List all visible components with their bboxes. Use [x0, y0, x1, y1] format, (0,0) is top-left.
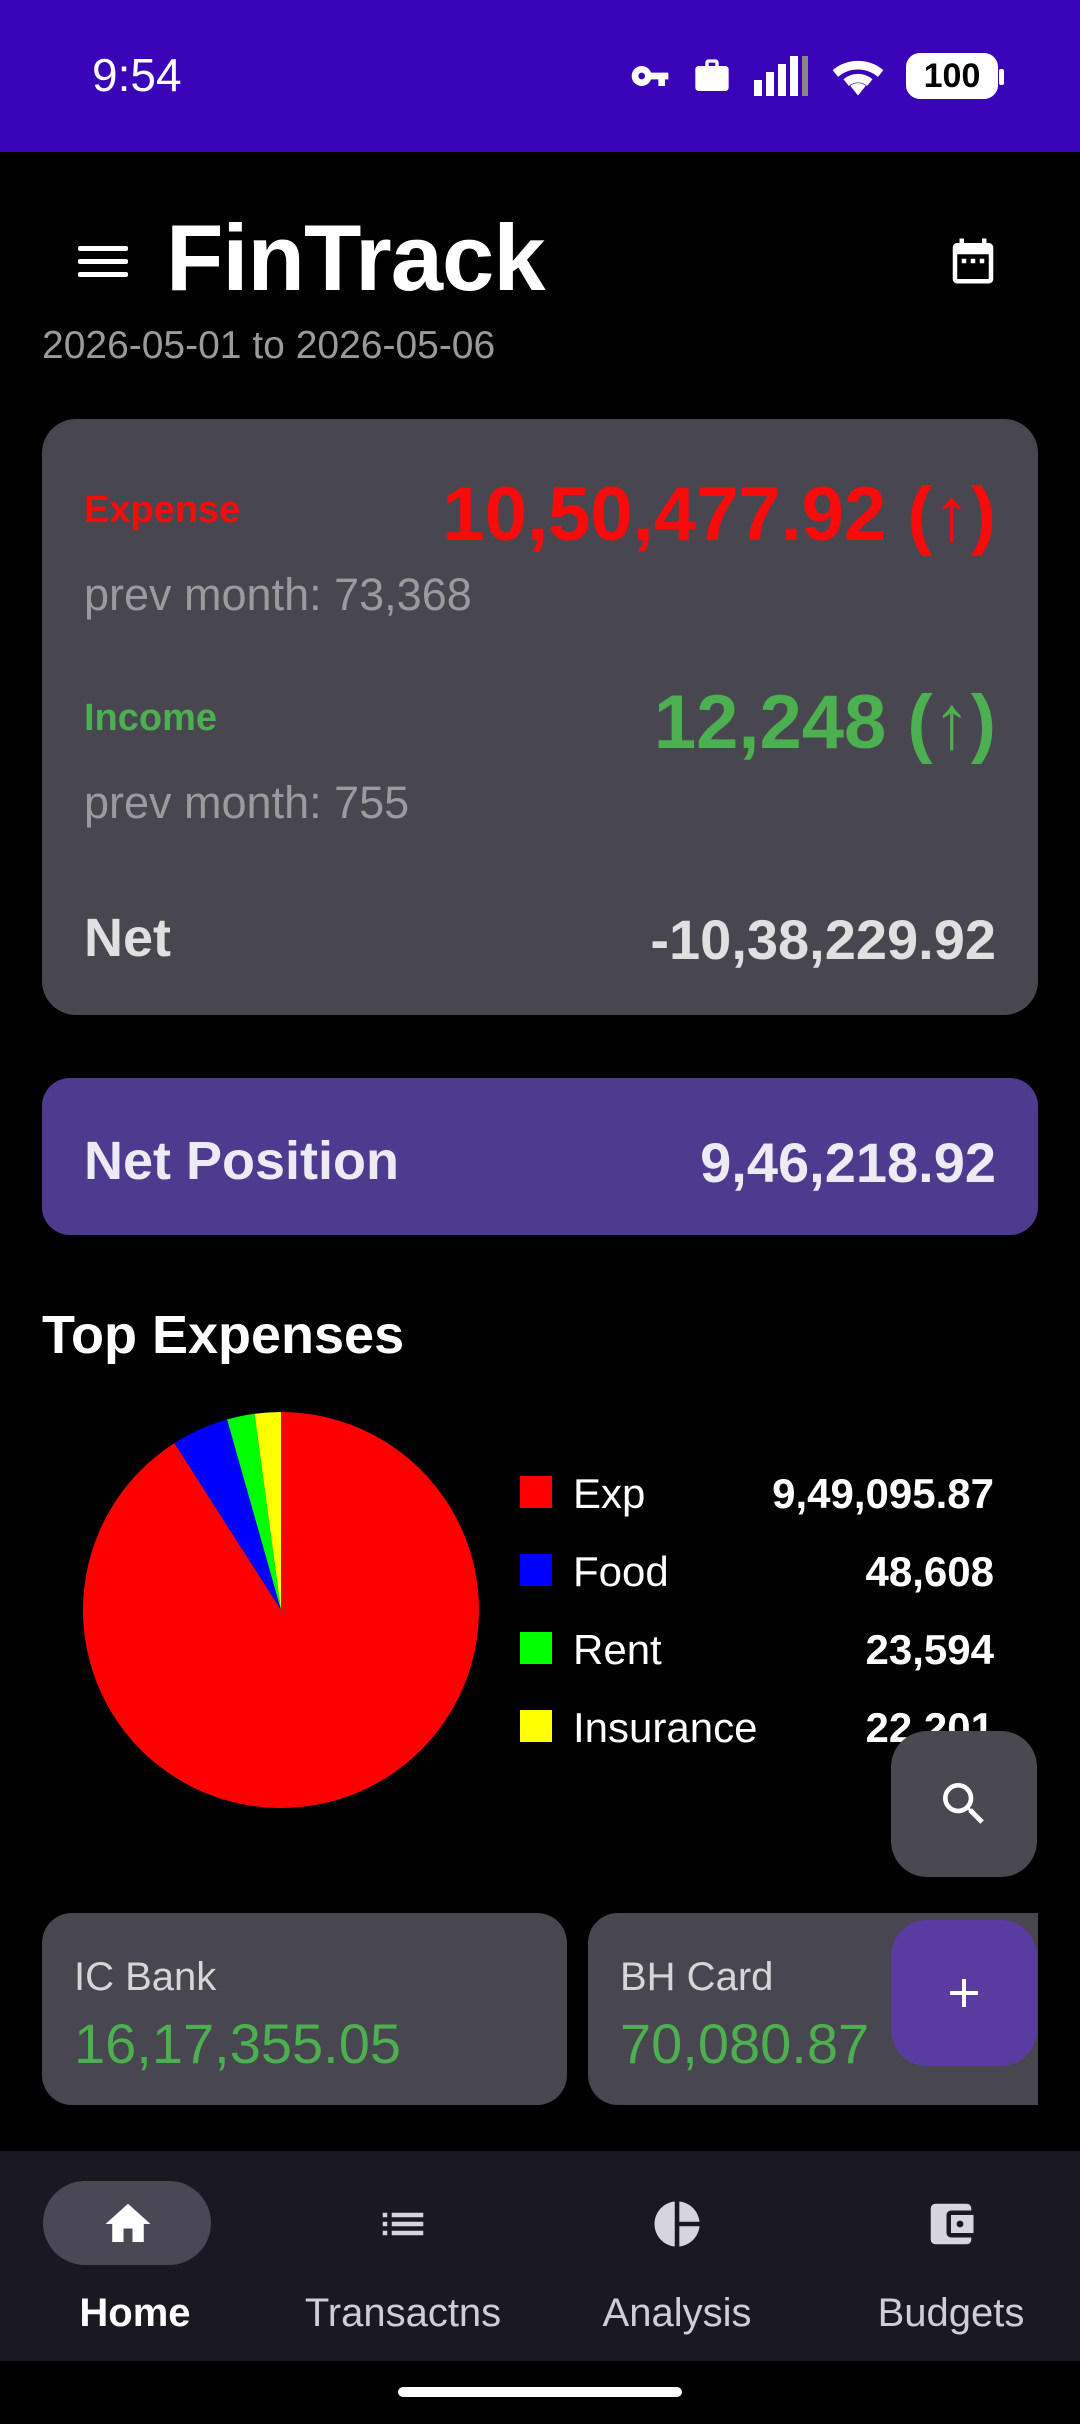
- home-icon: [105, 2203, 151, 2242]
- legend-item-rent[interactable]: Rent 23,594: [520, 1618, 994, 1696]
- top-expenses-title: Top Expenses: [42, 1305, 405, 1365]
- top-expenses-legend: Exp 9,49,095.87 Food 48,608 Rent 23,594 …: [520, 1462, 994, 1774]
- wifi-icon: [832, 60, 884, 96]
- account-balance: 70,080.87: [620, 2012, 870, 2075]
- top-expenses-pie-chart[interactable]: [83, 1412, 479, 1808]
- nav-transactions[interactable]: Transactns: [268, 2181, 538, 2351]
- net-value: -10,38,229.92: [650, 908, 996, 971]
- vpn-key-icon: [631, 66, 669, 86]
- accounts-carousel[interactable]: IC Bank 16,17,355.05 BH Card 70,080.87: [42, 1913, 1038, 2105]
- account-card-ic-bank[interactable]: IC Bank 16,17,355.05: [42, 1913, 567, 2105]
- nav-label: Analysis: [602, 2291, 752, 2335]
- account-balance: 16,17,355.05: [74, 2012, 401, 2075]
- pie-chart-icon: [654, 2201, 700, 2247]
- date-range[interactable]: 2026-05-01 to 2026-05-06: [42, 324, 495, 368]
- wallet-icon: [930, 2203, 974, 2245]
- income-prev-month: prev month: 755: [84, 777, 410, 828]
- income-label: Income: [84, 697, 218, 739]
- net-position-label: Net Position: [84, 1131, 400, 1191]
- bottom-navigation: Home Transactns Analysis Budgets: [0, 2151, 1080, 2361]
- legend-value: 9,49,095.87: [772, 1470, 994, 1517]
- legend-swatch: [520, 1632, 552, 1664]
- menu-icon[interactable]: [78, 240, 134, 284]
- account-name: IC Bank: [74, 1955, 217, 1999]
- search-icon: [943, 1783, 984, 1824]
- account-name: BH Card: [620, 1955, 774, 1999]
- net-position-value: 9,46,218.92: [700, 1131, 996, 1194]
- legend-name: Rent: [573, 1626, 662, 1673]
- income-value: 12,248 (↑): [653, 680, 996, 765]
- legend-item-exp[interactable]: Exp 9,49,095.87: [520, 1462, 994, 1540]
- summary-card[interactable]: Expense 10,50,477.92 (↑) prev month: 73,…: [42, 419, 1038, 1015]
- expense-value: 10,50,477.92 (↑): [442, 472, 997, 557]
- status-time: 9:54: [92, 49, 182, 101]
- nav-label: Budgets: [877, 2291, 1025, 2335]
- list-icon: [382, 2212, 424, 2236]
- app-title: FinTrack: [166, 205, 546, 310]
- plus-icon: [950, 1979, 978, 2007]
- net-label: Net: [84, 908, 172, 968]
- nav-home[interactable]: Home: [0, 2181, 270, 2351]
- legend-item-food[interactable]: Food 48,608: [520, 1540, 994, 1618]
- nav-label: Home: [79, 2291, 191, 2335]
- nav-label: Transactns: [304, 2291, 502, 2335]
- top-app-bar: FinTrack 2026-05-01 to 2026-05-06: [0, 152, 1080, 382]
- expense-label: Expense: [84, 489, 241, 531]
- add-transaction-button[interactable]: [891, 1920, 1037, 2066]
- nav-budgets[interactable]: Budgets: [816, 2181, 1080, 2351]
- expense-prev-month: prev month: 73,368: [84, 569, 472, 620]
- calendar-icon[interactable]: [946, 232, 1000, 290]
- legend-value: 48,608: [865, 1548, 994, 1595]
- legend-name: Exp: [573, 1470, 646, 1517]
- search-button[interactable]: [891, 1731, 1037, 1877]
- status-icons: 100: [630, 50, 1004, 102]
- legend-name: Food: [573, 1548, 669, 1595]
- signal-icon: [754, 56, 808, 96]
- net-position-card[interactable]: Net Position 9,46,218.92: [42, 1078, 1038, 1235]
- legend-swatch: [520, 1554, 552, 1586]
- battery-icon: 100: [906, 53, 1004, 99]
- legend-name: Insurance: [573, 1704, 758, 1751]
- legend-swatch: [520, 1476, 552, 1508]
- nav-analysis[interactable]: Analysis: [542, 2181, 812, 2351]
- legend-value: 23,594: [865, 1626, 994, 1673]
- legend-swatch: [520, 1710, 552, 1742]
- work-profile-icon: [695, 59, 729, 91]
- status-bar: 9:54 100: [0, 0, 1080, 152]
- home-indicator[interactable]: [398, 2387, 682, 2397]
